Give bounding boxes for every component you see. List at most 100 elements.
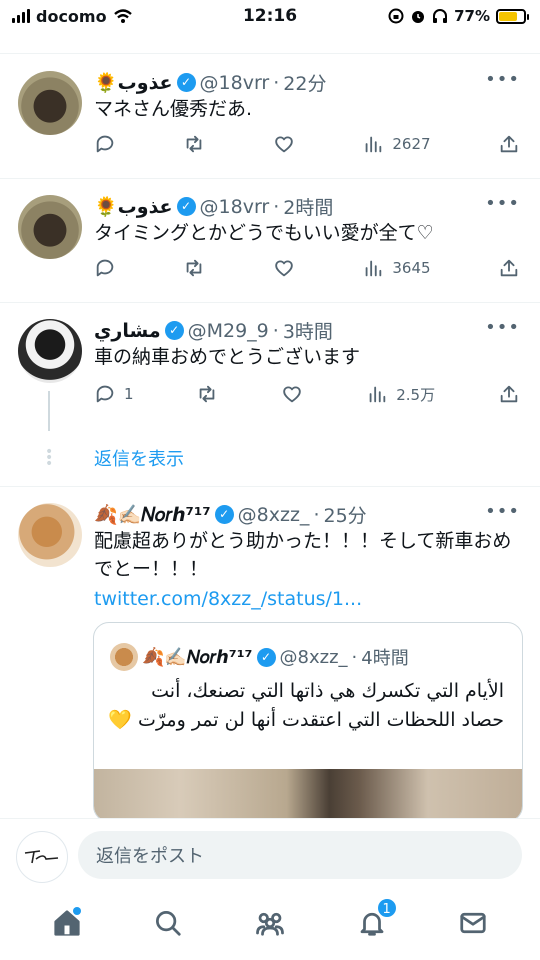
views-button[interactable]: 2627 xyxy=(362,133,431,155)
wifi-icon xyxy=(113,9,132,23)
lock-rotation-icon xyxy=(388,8,404,24)
reply-button[interactable] xyxy=(94,257,116,279)
heart-icon xyxy=(283,386,302,403)
avatar[interactable] xyxy=(18,71,82,135)
status-bar: docomo 12:16 77% xyxy=(0,0,540,32)
nav-home[interactable] xyxy=(47,903,87,943)
views-icon xyxy=(369,386,386,403)
verified-badge-icon: ✓ xyxy=(214,505,234,524)
separator-dot: · xyxy=(273,71,280,94)
separator-dot: · xyxy=(273,195,280,218)
tweet-2[interactable]: 🌻عذوب ✓ @18vrr · 2時間 ••• タイミングとかどうでもいい愛が… xyxy=(0,179,540,303)
mail-icon xyxy=(460,912,486,934)
reply-count: 1 xyxy=(124,385,134,403)
tweet-1[interactable]: 🌻عذوب ✓ @18vrr · 22分 ••• マネさん優秀だあ. 2627 xyxy=(0,55,540,179)
heart-icon xyxy=(275,260,293,277)
tweet-header: 🍂✍🏻𝑁𝑜𝑟ℎ⁷¹⁷ ✓ @8xzz_ · 25分 xyxy=(94,501,367,528)
quoted-tweet-header: 🍂✍🏻𝑁𝑜𝑟ℎ⁷¹⁷ ✓ @8xzz_ · 4時間 xyxy=(110,643,409,671)
alarm-icon xyxy=(412,11,425,23)
tweet-header: مشاري ✓ @M29_9 · 3時間 xyxy=(94,317,333,344)
tweet-header: 🌻عذوب ✓ @18vrr · 2時間 xyxy=(94,193,333,220)
display-name[interactable]: 🌻عذوب xyxy=(94,71,173,94)
views-button[interactable]: 3645 xyxy=(362,257,431,279)
my-avatar[interactable] xyxy=(16,831,68,883)
avatar[interactable] xyxy=(18,195,82,259)
reply-icon xyxy=(96,259,114,277)
more-options-icon[interactable]: ••• xyxy=(485,317,520,338)
verified-badge-icon: ✓ xyxy=(164,321,184,340)
share-button[interactable] xyxy=(498,383,520,405)
separator-dot: · xyxy=(313,503,320,526)
signature-icon xyxy=(24,850,59,864)
retweet-icon xyxy=(187,259,202,277)
quoted-text: الأيام التي تكسرك هي ذاتها التي تصنعك، أ… xyxy=(108,680,504,731)
views-count: 2.5万 xyxy=(396,385,436,404)
verified-badge-icon: ✓ xyxy=(176,73,196,92)
show-replies-link[interactable]: 返信を表示 xyxy=(94,445,184,471)
clock: 12:16 xyxy=(242,6,298,26)
more-options-icon[interactable]: ••• xyxy=(485,193,520,214)
separator-dot: · xyxy=(351,646,358,668)
tweet-header: 🌻عذوب ✓ @18vrr · 22分 xyxy=(94,69,326,96)
reply-input[interactable]: 返信をポスト xyxy=(78,831,522,879)
retweet-icon xyxy=(200,385,215,403)
action-bar: 2627 xyxy=(94,133,520,155)
timestamp[interactable]: 25分 xyxy=(323,501,366,528)
heart-icon xyxy=(275,136,293,153)
reply-button[interactable] xyxy=(94,133,116,155)
quoted-display-name: 🍂✍🏻𝑁𝑜𝑟ℎ⁷¹⁷ xyxy=(142,646,253,668)
quoted-timestamp: 4時間 xyxy=(361,648,409,669)
nav-communities[interactable] xyxy=(250,903,290,943)
tweet-text: 車の納車おめでとうございます xyxy=(94,346,361,368)
verified-badge-icon: ✓ xyxy=(176,197,196,216)
share-button[interactable] xyxy=(498,133,520,155)
action-bar: 1 2.5万 xyxy=(94,383,520,405)
battery-percent: 77% xyxy=(454,7,490,25)
display-name[interactable]: مشاري xyxy=(94,320,161,342)
bottom-nav: 1 xyxy=(0,890,540,960)
views-button[interactable]: 2.5万 xyxy=(366,383,435,405)
thread-line xyxy=(48,391,50,431)
share-button[interactable] xyxy=(498,257,520,279)
handle[interactable]: @M29_9 xyxy=(188,320,269,342)
quoted-tweet[interactable]: 🍂✍🏻𝑁𝑜𝑟ℎ⁷¹⁷ ✓ @8xzz_ · 4時間 الأيام التي تك… xyxy=(93,622,523,822)
signal-icon xyxy=(12,9,30,23)
nav-messages[interactable] xyxy=(453,903,493,943)
status-right: 77% xyxy=(388,7,529,25)
more-options-icon[interactable]: ••• xyxy=(485,69,520,90)
like-button[interactable] xyxy=(273,133,295,155)
tweet-text: マネさん優秀だあ. xyxy=(94,98,253,120)
verified-badge-icon: ✓ xyxy=(256,647,276,667)
views-icon xyxy=(366,136,382,153)
nav-search[interactable] xyxy=(148,903,188,943)
quoted-image[interactable] xyxy=(94,769,522,821)
timestamp[interactable]: 3時間 xyxy=(283,317,333,344)
retweet-button[interactable] xyxy=(196,383,218,405)
timestamp[interactable]: 2時間 xyxy=(283,193,333,220)
share-icon xyxy=(500,385,518,403)
handle[interactable]: @18vrr xyxy=(200,196,270,218)
handle[interactable]: @8xzz_ xyxy=(238,504,310,526)
views-icon xyxy=(366,260,382,277)
timestamp[interactable]: 22分 xyxy=(283,69,326,96)
reply-button[interactable]: 1 xyxy=(94,383,134,405)
like-button[interactable] xyxy=(273,257,295,279)
more-options-icon[interactable]: ••• xyxy=(485,501,520,522)
views-count: 3645 xyxy=(392,259,431,277)
avatar[interactable] xyxy=(18,319,82,383)
display-name[interactable]: 🌻عذوب xyxy=(94,195,173,218)
reply-icon xyxy=(96,135,114,153)
tweet-link[interactable]: twitter.com/8xzz_/status/1... xyxy=(94,585,518,613)
avatar[interactable] xyxy=(18,503,82,567)
display-name[interactable]: 🍂✍🏻𝑁𝑜𝑟ℎ⁷¹⁷ xyxy=(94,503,211,526)
nav-notifications[interactable]: 1 xyxy=(352,897,398,943)
handle[interactable]: @18vrr xyxy=(200,72,270,94)
tweet-text: タイミングとかどうでもいい愛が全て♡ xyxy=(94,222,434,244)
status-left: docomo xyxy=(12,7,133,26)
retweet-button[interactable] xyxy=(183,257,205,279)
like-button[interactable] xyxy=(281,383,303,405)
previous-tweet-edge xyxy=(0,32,540,54)
retweet-button[interactable] xyxy=(183,133,205,155)
quoted-handle: @8xzz_ xyxy=(279,646,348,668)
tweet-3[interactable]: مشاري ✓ @M29_9 · 3時間 ••• 車の納車おめでとうございます … xyxy=(0,303,540,487)
